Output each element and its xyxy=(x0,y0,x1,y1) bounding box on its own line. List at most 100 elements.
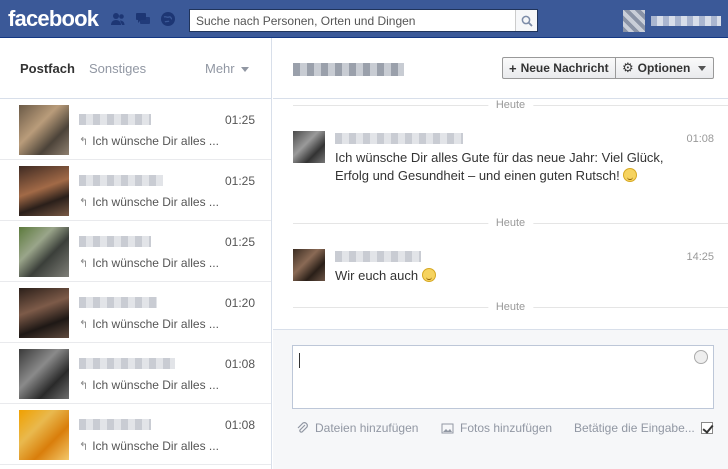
conversation-snippet: ↰ Ich wünsche Dir alles ... xyxy=(79,378,219,392)
conversation-snippet: ↰ Ich wünsche Dir alles ... xyxy=(79,439,219,453)
snippet-text: Ich wünsche Dir alles ... xyxy=(92,195,219,209)
tab-more[interactable]: Mehr xyxy=(205,61,249,76)
options-button[interactable]: ⚙ Optionen xyxy=(615,57,714,79)
options-label: Optionen xyxy=(637,61,691,75)
profile-name[interactable] xyxy=(651,16,721,26)
snippet-text: Ich wünsche Dir alles ... xyxy=(92,439,219,453)
sender-name xyxy=(79,419,151,430)
photo-icon xyxy=(441,423,454,433)
conversation-time: 01:08 xyxy=(225,357,256,371)
message-text: Wir euch auch xyxy=(335,267,665,285)
thread-title xyxy=(293,63,404,76)
date-separator: Heute xyxy=(293,99,728,111)
reply-icon: ↰ xyxy=(79,136,89,148)
plus-icon: + xyxy=(509,60,517,76)
tab-more-label: Mehr xyxy=(205,61,235,76)
new-message-label: Neue Nachricht xyxy=(520,61,609,75)
conversation-time: 01:20 xyxy=(225,296,256,310)
smiley-icon xyxy=(421,268,436,282)
conversation-item[interactable]: 01:25 ↰ Ich wünsche Dir alles ... xyxy=(0,99,271,160)
message-body: Ich wünsche Dir alles Gute für das neue … xyxy=(335,150,664,183)
message-time: 14:25 xyxy=(686,251,714,263)
sender-name xyxy=(79,297,157,308)
sender-name xyxy=(79,175,163,186)
search-button[interactable] xyxy=(515,10,537,31)
sender-name xyxy=(79,236,151,247)
reply-icon: ↰ xyxy=(79,197,89,209)
emoji-icon[interactable] xyxy=(694,350,708,364)
press-enter-label: Betätige die Eingabe... xyxy=(574,421,695,435)
date-separator: Heute xyxy=(293,301,728,313)
notifications-icon[interactable] xyxy=(160,11,176,27)
conversation-sidebar: Postfach Sonstiges Mehr 01:25 ↰ Ich wünsc… xyxy=(0,38,272,469)
avatar xyxy=(19,227,69,277)
message-time: 01:08 xyxy=(686,133,714,145)
conversation-snippet: ↰ Ich wünsche Dir alles ... xyxy=(79,256,219,270)
facebook-logo[interactable]: facebook xyxy=(8,6,99,32)
conversation-item[interactable]: 01:20 ↰ Ich wünsche Dir alles ... xyxy=(0,282,271,343)
search-icon xyxy=(521,15,533,27)
avatar[interactable] xyxy=(293,249,325,281)
sender-name xyxy=(79,358,175,369)
chevron-down-icon xyxy=(240,67,249,73)
add-photos-button[interactable]: Fotos hinzufügen xyxy=(441,421,552,435)
press-enter-checkbox[interactable] xyxy=(701,422,713,434)
message-text: Ich wünsche Dir alles Gute für das neue … xyxy=(335,149,665,185)
folder-tabs: Postfach Sonstiges Mehr xyxy=(0,38,271,99)
conversation-snippet: ↰ Ich wünsche Dir alles ... xyxy=(79,134,219,148)
sender-name[interactable] xyxy=(335,251,421,262)
tab-other[interactable]: Sonstiges xyxy=(89,61,146,76)
text-cursor xyxy=(299,353,300,368)
sender-name[interactable] xyxy=(335,133,463,144)
messages-icon[interactable] xyxy=(135,11,151,27)
snippet-text: Ich wünsche Dir alles ... xyxy=(92,256,219,270)
conversation-snippet: ↰ Ich wünsche Dir alles ... xyxy=(79,317,219,331)
avatar xyxy=(19,166,69,216)
conversation-time: 01:25 xyxy=(225,174,256,188)
conversation-time: 01:25 xyxy=(225,235,256,249)
thread-panel: + Neue Nachricht ⚙ Optionen Heute 01:08 … xyxy=(273,38,728,469)
snippet-text: Ich wünsche Dir alles ... xyxy=(92,317,219,331)
reply-icon: ↰ xyxy=(79,441,89,453)
message-thread: Heute 01:08 Ich wünsche Dir alles Gute f… xyxy=(273,99,728,329)
message-input[interactable] xyxy=(292,345,714,409)
friend-requests-icon[interactable] xyxy=(110,11,126,27)
avatar xyxy=(19,349,69,399)
avatar[interactable] xyxy=(293,131,325,163)
conversation-time: 01:25 xyxy=(225,113,256,127)
conversation-item[interactable]: 01:25 ↰ Ich wünsche Dir alles ... xyxy=(0,221,271,282)
gear-icon: ⚙ xyxy=(622,60,634,75)
reply-icon: ↰ xyxy=(79,319,89,331)
chevron-down-icon xyxy=(698,65,707,71)
thread-header: + Neue Nachricht ⚙ Optionen xyxy=(273,38,728,99)
add-files-button[interactable]: Dateien hinzufügen xyxy=(296,421,418,435)
reply-icon: ↰ xyxy=(79,380,89,392)
top-bar: facebook xyxy=(0,0,728,38)
tab-inbox[interactable]: Postfach xyxy=(20,61,75,76)
date-separator: Heute xyxy=(293,217,728,229)
sender-name xyxy=(79,114,151,125)
date-separator-label: Heute xyxy=(487,99,534,111)
search-input[interactable] xyxy=(190,10,515,31)
search-bar xyxy=(189,9,538,32)
avatar xyxy=(19,410,69,460)
date-separator-label: Heute xyxy=(487,217,534,229)
avatar xyxy=(19,288,69,338)
profile-avatar[interactable] xyxy=(623,10,645,32)
avatar xyxy=(19,105,69,155)
smiley-icon xyxy=(623,168,638,182)
reply-icon: ↰ xyxy=(79,258,89,270)
conversation-snippet: ↰ Ich wünsche Dir alles ... xyxy=(79,195,219,209)
conversation-list: 01:25 ↰ Ich wünsche Dir alles ... 01:25 ↰… xyxy=(0,99,271,465)
date-separator-label: Heute xyxy=(487,301,534,313)
conversation-item[interactable]: 01:08 ↰ Ich wünsche Dir alles ... xyxy=(0,404,271,465)
add-files-label: Dateien hinzufügen xyxy=(315,421,419,435)
conversation-time: 01:08 xyxy=(225,418,256,432)
message-body: Wir euch auch xyxy=(335,268,419,283)
conversation-item[interactable]: 01:25 ↰ Ich wünsche Dir alles ... xyxy=(0,160,271,221)
snippet-text: Ich wünsche Dir alles ... xyxy=(92,134,219,148)
new-message-button[interactable]: + Neue Nachricht xyxy=(502,57,616,79)
snippet-text: Ich wünsche Dir alles ... xyxy=(92,378,219,392)
conversation-item[interactable]: 01:08 ↰ Ich wünsche Dir alles ... xyxy=(0,343,271,404)
add-photos-label: Fotos hinzufügen xyxy=(460,421,553,435)
